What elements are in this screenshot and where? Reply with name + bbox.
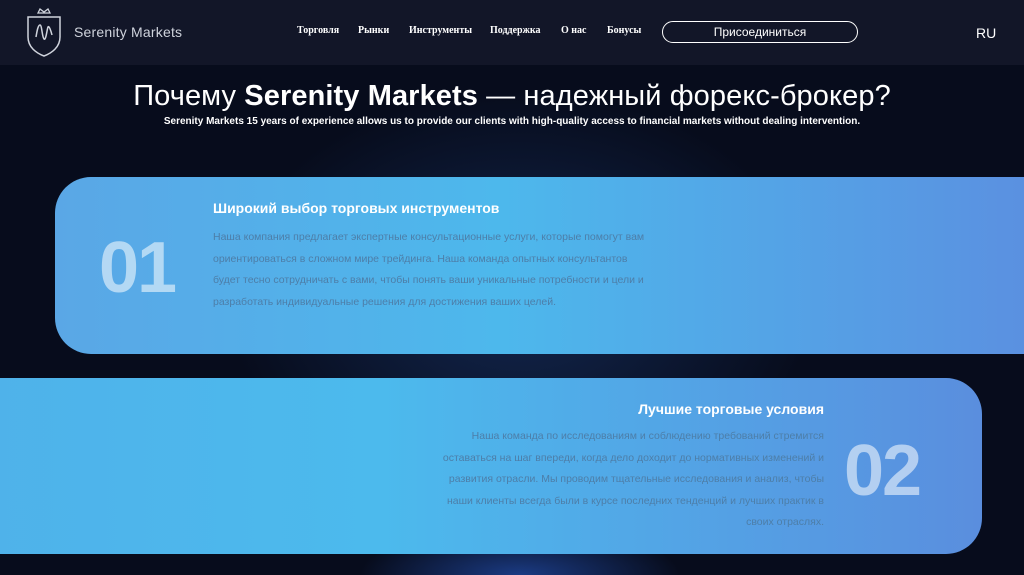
feature-card-2: 02 Лучшие торговые условия Наша команда … bbox=[0, 378, 982, 554]
nav-item-markets[interactable]: Рынки bbox=[358, 25, 409, 36]
page-subtitle: Serenity Markets 15 years of experience … bbox=[163, 116, 861, 127]
main-nav: Торговля Рынки Инструменты Поддержка О н… bbox=[297, 25, 647, 36]
brand-logo[interactable]: Serenity Markets bbox=[26, 6, 186, 58]
page-title-brand: Serenity Markets bbox=[244, 80, 479, 112]
page-title-prefix: Почему bbox=[133, 80, 245, 112]
page-title: Почему Serenity Markets — надежный форек… bbox=[0, 80, 1024, 113]
feature-text: Наша компания предлагает экспертные конс… bbox=[213, 231, 645, 308]
feature-title: Лучшие торговые условия bbox=[638, 401, 824, 417]
page-title-suffix: — надежный форекс-брокер? bbox=[478, 80, 891, 112]
brand-name: Serenity Markets bbox=[74, 24, 183, 40]
join-button[interactable]: Присоединиться bbox=[662, 21, 858, 43]
feature-card-1: 01 Широкий выбор торговых инструментов Н… bbox=[55, 177, 1024, 354]
feature-title: Широкий выбор торговых инструментов bbox=[213, 200, 500, 216]
nav-item-about[interactable]: О нас bbox=[561, 25, 607, 36]
nav-item-trading[interactable]: Торговля bbox=[297, 25, 358, 36]
nav-item-bonuses[interactable]: Бонусы bbox=[607, 25, 647, 36]
feature-number: 01 bbox=[99, 228, 177, 308]
nav-item-instruments[interactable]: Инструменты bbox=[409, 25, 490, 36]
feature-text: Наша команда по исследованиям и соблюден… bbox=[442, 430, 824, 528]
nav-item-support[interactable]: Поддержка bbox=[490, 25, 561, 36]
crown-shield-logo-icon bbox=[27, 8, 61, 57]
site-header: Serenity Markets Торговля Рынки Инструме… bbox=[0, 0, 1024, 65]
feature-number: 02 bbox=[844, 431, 922, 511]
language-selector[interactable]: RU bbox=[976, 25, 996, 41]
